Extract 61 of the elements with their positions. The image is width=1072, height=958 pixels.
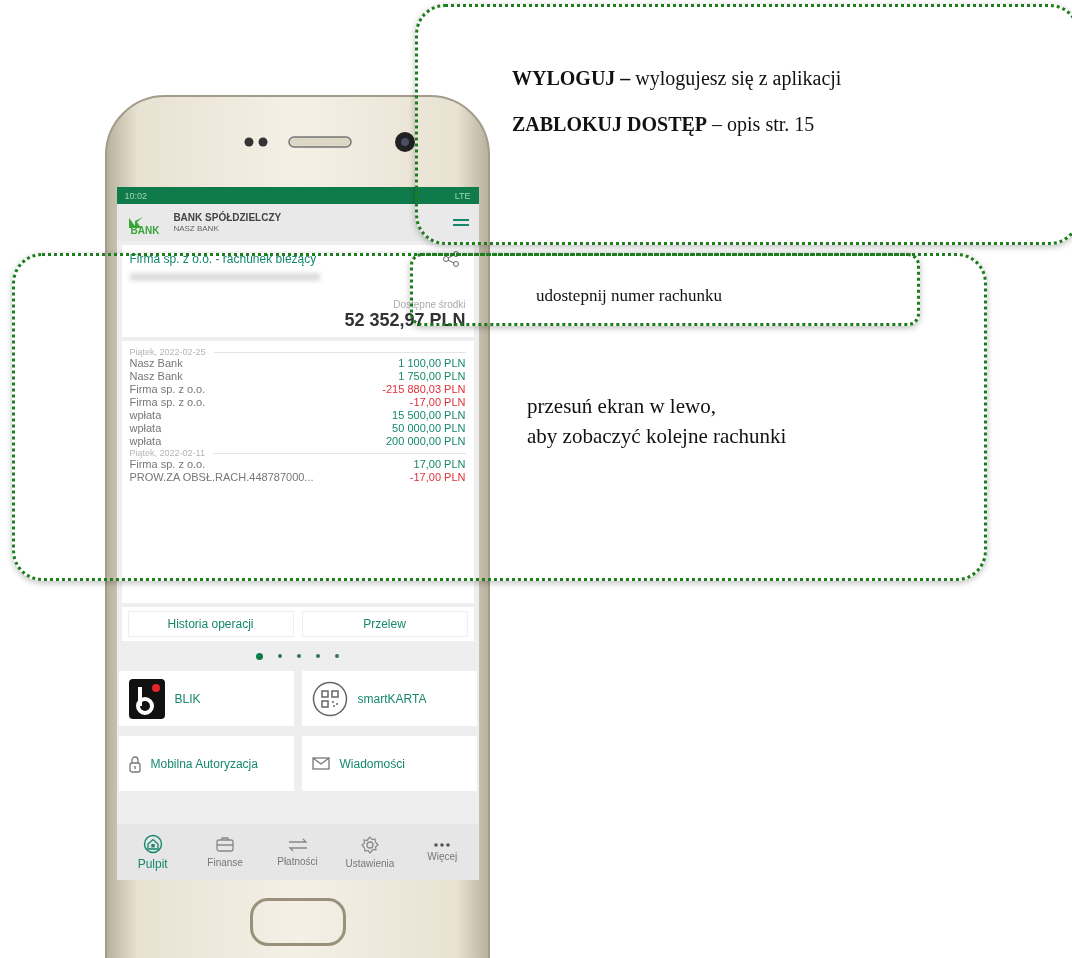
blik-logo-icon (128, 678, 165, 719)
nav-tab[interactable]: Więcej (406, 824, 479, 880)
settings-icon (359, 835, 380, 855)
nav-tab[interactable]: Pulpit (116, 824, 189, 880)
transaction-name: Nasz Bank (129, 370, 183, 383)
callout-text: przesuń ekran w lewo, (527, 393, 717, 420)
transaction-name: wpłata (129, 435, 162, 448)
bank-name: BANK SPÓŁDZIELCZY (173, 211, 282, 223)
padlock-icon (128, 754, 141, 773)
action-button[interactable]: Przelew (301, 611, 468, 637)
envelope-icon (311, 757, 330, 770)
bank-subtitle: NASZ BANK (173, 222, 220, 234)
page-dot[interactable] (278, 654, 282, 658)
transaction-amount: -215 880,03 PLN (382, 383, 466, 396)
callout-text: udostepnij numer rachunku (536, 286, 723, 306)
transaction-name: wpłata (129, 422, 162, 435)
more-icon (433, 842, 452, 848)
speaker-grille-icon (287, 136, 352, 148)
callout-text: WYLOGUJ – wylogujesz się z aplikacji (512, 67, 843, 90)
transaction-name: Nasz Bank (129, 357, 183, 370)
transaction-amount: 1 100,00 PLN (398, 357, 466, 370)
home-icon (142, 833, 163, 854)
briefcase-icon (215, 836, 236, 854)
account-name: Firma sp. z o.o. - rachunek bieżący (129, 252, 317, 266)
page-dot[interactable] (335, 654, 339, 658)
nav-tab[interactable]: Finanse (188, 824, 262, 880)
callout-text: ZABLOKUJ DOSTĘP – opis str. 15 (512, 113, 816, 136)
shortcut-tile[interactable]: Wiadomości (301, 736, 477, 791)
sensor-dots-icon (243, 137, 268, 147)
transaction-name: PROW.ZA OBSŁ.RACH.448787000... (129, 471, 314, 484)
transaction-amount: 50 000,00 PLN (392, 422, 466, 435)
network-label: LTE (454, 190, 471, 201)
transaction-amount: 1 750,00 PLN (398, 370, 466, 383)
share-icon[interactable] (441, 251, 460, 267)
transaction-amount: -17,00 PLN (409, 396, 466, 409)
nav-tab[interactable]: Płatności (261, 824, 334, 880)
transaction-amount: 200 000,00 PLN (386, 435, 466, 448)
transaction-name: Firma sp. z o.o. (129, 458, 206, 471)
action-button[interactable]: Historia operacji (127, 611, 294, 637)
nav-tab[interactable]: Ustawienia (333, 824, 407, 880)
transaction-name: Firma sp. z o.o. (129, 396, 206, 409)
shortcut-tile[interactable]: BLIK (118, 671, 294, 726)
camera-icon (394, 131, 416, 153)
transaction-amount: 15 500,00 PLN (392, 409, 466, 422)
transaction-name: Firma sp. z o.o. (129, 383, 206, 396)
transaction-name: wpłata (129, 409, 162, 422)
transaction-amount: -17,00 PLN (409, 471, 466, 484)
status-time: 10:02 (124, 190, 148, 201)
shortcut-tile[interactable]: smartKARTA (301, 671, 477, 726)
date-label: Piątek, 2022-02-11 (129, 448, 205, 458)
page-dot[interactable] (297, 654, 301, 658)
transaction-amount: 17,00 PLN (413, 458, 466, 471)
qr-code-icon (311, 680, 348, 717)
shortcut-tile[interactable]: Mobilna Autoryzacja (118, 736, 294, 791)
callout-text: aby zobaczyć kolejne rachunki (527, 423, 788, 450)
menu-icon[interactable] (452, 217, 469, 228)
transfer-arrows-icon (286, 837, 309, 853)
page-dot[interactable] (316, 654, 320, 658)
date-label: Piątek, 2022-02-25 (129, 347, 206, 357)
page-dot[interactable] (256, 652, 263, 660)
balance-label: Dostępne środki (393, 299, 466, 310)
